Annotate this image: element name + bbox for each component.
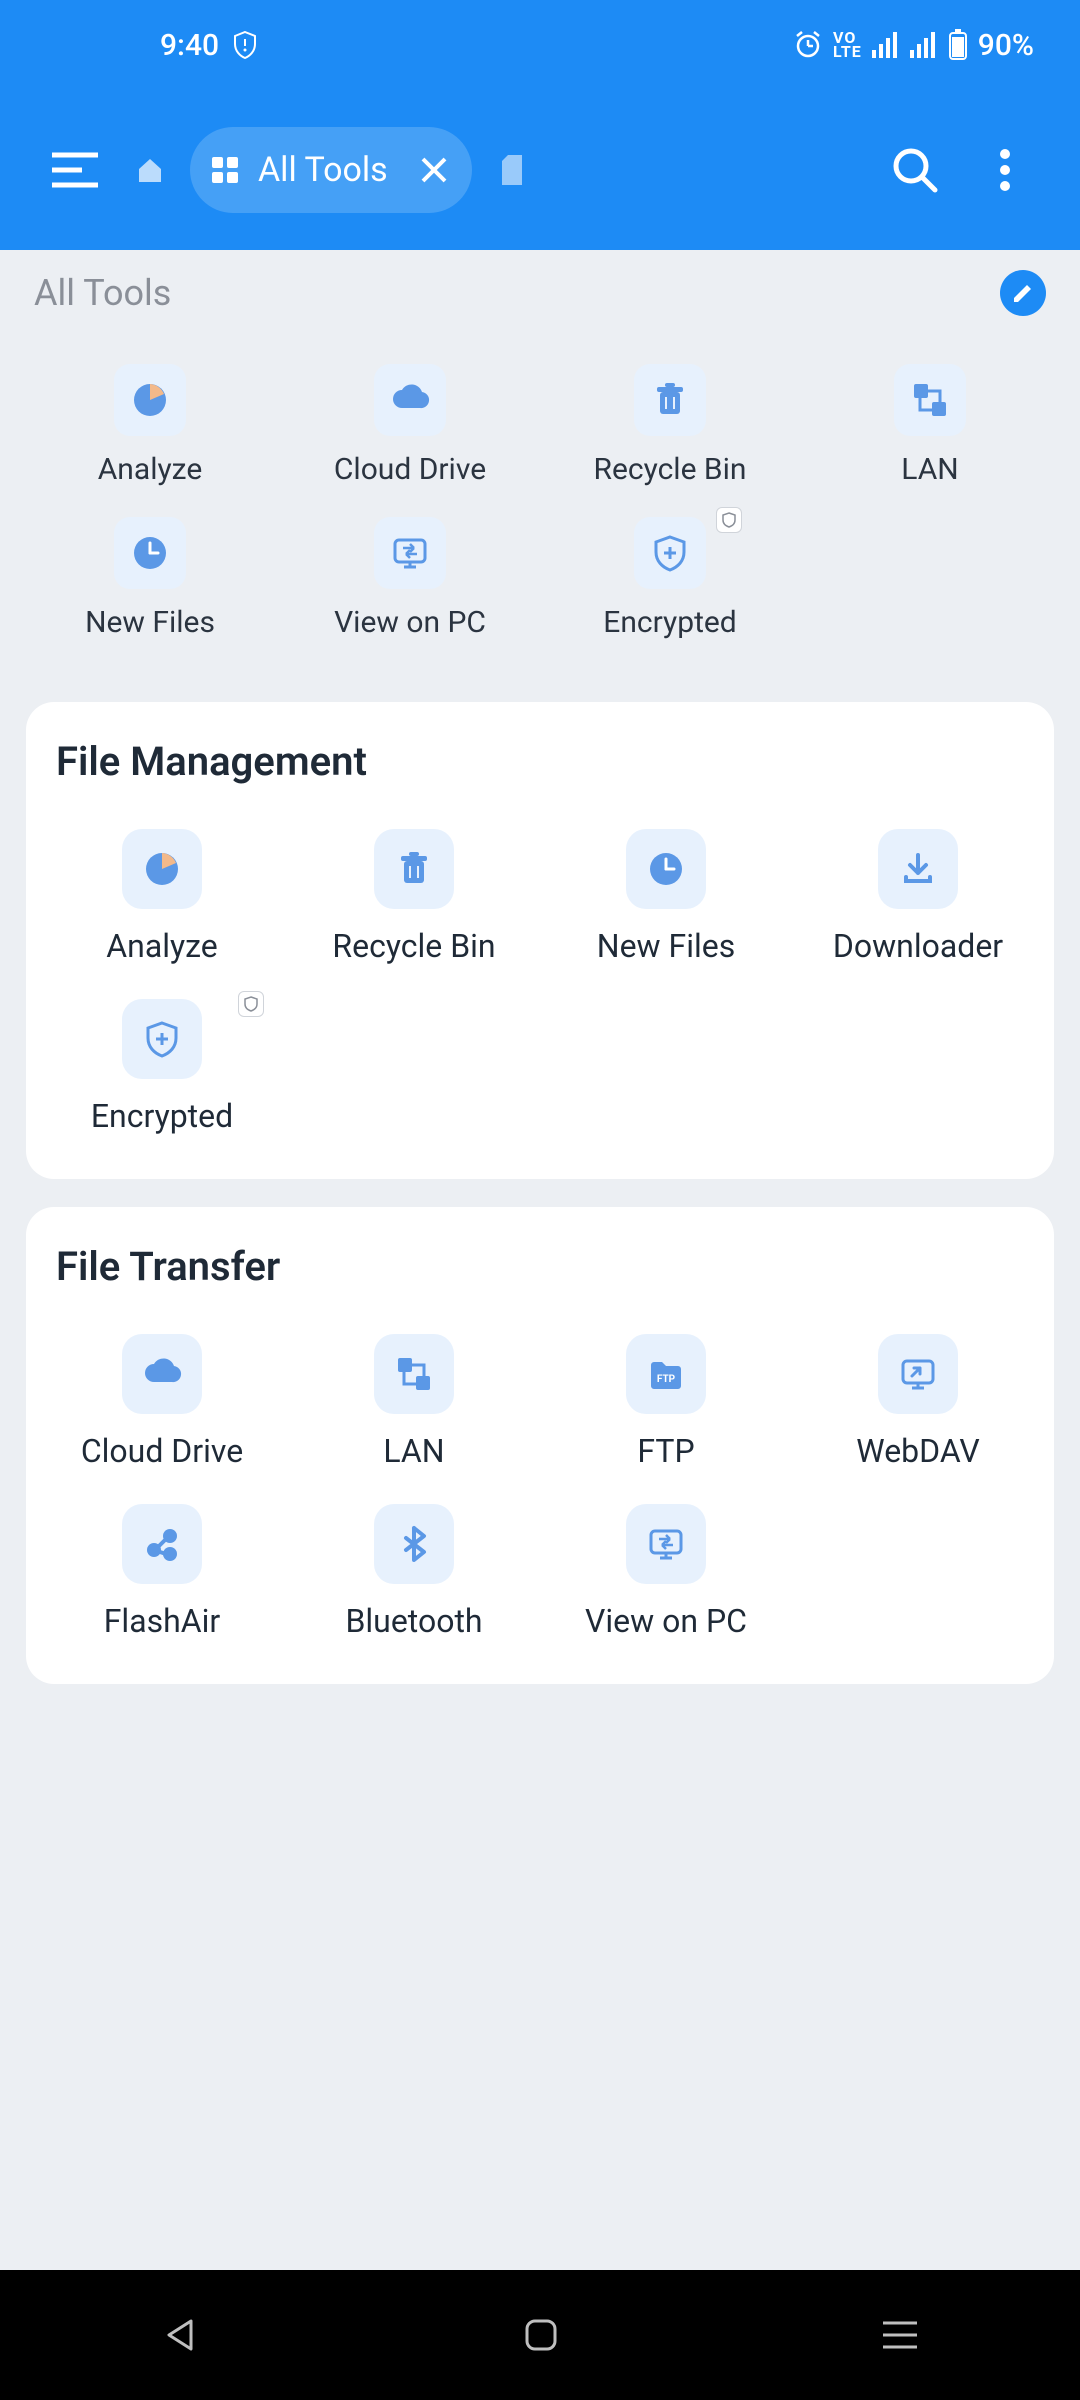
- tool-downloader[interactable]: Downloader: [792, 829, 1044, 965]
- flashair-icon: [122, 1504, 202, 1584]
- search-button[interactable]: [880, 135, 950, 205]
- storage-tab[interactable]: [492, 135, 532, 205]
- nav-recents-icon: [881, 2320, 919, 2350]
- tool-bluetooth[interactable]: Bluetooth: [288, 1504, 540, 1640]
- lan-icon: [374, 1334, 454, 1414]
- battery-percent: 90%: [978, 28, 1034, 63]
- tool-label: WebDAV: [856, 1432, 979, 1470]
- tool-label: Analyze: [98, 452, 203, 487]
- webdav-icon: [878, 1334, 958, 1414]
- section-title: File Transfer: [36, 1243, 1044, 1310]
- search-icon: [891, 146, 939, 194]
- volte-icon: VOLTE: [833, 31, 862, 59]
- nav-back-icon: [161, 2315, 201, 2355]
- tool-lan[interactable]: LAN: [288, 1334, 540, 1470]
- tool-webdav[interactable]: WebDAV: [792, 1334, 1044, 1470]
- monitor-transfer-icon: [374, 517, 446, 589]
- section-file-management: File Management Analyze Recycle Bin New Fil…: [26, 702, 1054, 1179]
- tool-analyze[interactable]: Analyze: [20, 364, 280, 487]
- bluetooth-icon: [374, 1504, 454, 1584]
- system-nav-bar: [0, 2270, 1080, 2400]
- sd-card-icon: [500, 155, 524, 185]
- section-file-transfer: File Transfer Cloud Drive LAN FTP WebDAV Flas…: [26, 1207, 1054, 1684]
- tool-view-on-pc[interactable]: View on PC: [280, 517, 540, 640]
- alarm-icon: [793, 30, 823, 60]
- tool-label: Recycle Bin: [332, 927, 495, 965]
- quick-section-title: All Tools: [34, 272, 171, 314]
- shield-plus-icon: [634, 517, 706, 589]
- ftp-folder-icon: [626, 1334, 706, 1414]
- tool-label: FTP: [637, 1432, 694, 1470]
- nav-back-button[interactable]: [161, 2315, 201, 2355]
- clock-icon: [626, 829, 706, 909]
- pie-chart-icon: [122, 829, 202, 909]
- grid-icon: [210, 155, 240, 185]
- tool-label: Encrypted: [91, 1097, 233, 1135]
- more-vert-icon: [999, 148, 1011, 192]
- shield-plus-icon: [122, 999, 202, 1079]
- tool-label: FlashAir: [104, 1602, 221, 1640]
- cloud-icon: [374, 364, 446, 436]
- nav-home-button[interactable]: [523, 2317, 559, 2353]
- battery-icon: [948, 29, 968, 61]
- nav-home-icon: [523, 2317, 559, 2353]
- tool-recycle-bin[interactable]: Recycle Bin: [540, 364, 800, 487]
- signal-1-icon: [872, 32, 900, 58]
- tab-label: All Tools: [258, 150, 388, 190]
- tool-new-files[interactable]: New Files: [20, 517, 280, 640]
- signal-2-icon: [910, 32, 938, 58]
- tool-label: Downloader: [833, 927, 1003, 965]
- tool-recycle-bin[interactable]: Recycle Bin: [288, 829, 540, 965]
- nav-recents-button[interactable]: [881, 2320, 919, 2350]
- app-bar: All Tools: [0, 90, 1080, 250]
- pencil-icon: [1011, 281, 1035, 305]
- tool-label: View on PC: [334, 605, 486, 640]
- active-tab-all-tools[interactable]: All Tools: [190, 127, 472, 213]
- pie-chart-icon: [114, 364, 186, 436]
- hamburger-icon: [52, 152, 98, 188]
- monitor-transfer-icon: [626, 1504, 706, 1584]
- tool-cloud-drive[interactable]: Cloud Drive: [36, 1334, 288, 1470]
- tool-label: Cloud Drive: [81, 1432, 243, 1470]
- tool-label: View on PC: [585, 1602, 747, 1640]
- section-title: File Management: [36, 738, 1044, 805]
- tool-view-on-pc[interactable]: View on PC: [540, 1504, 792, 1640]
- trash-icon: [634, 364, 706, 436]
- home-tab[interactable]: [130, 135, 170, 205]
- tool-label: LAN: [901, 452, 958, 487]
- cloud-icon: [122, 1334, 202, 1414]
- privacy-indicator-icon: [233, 31, 257, 59]
- secure-badge-icon: [716, 507, 742, 533]
- status-bar: 9:40 VOLTE 90%: [0, 0, 1080, 90]
- tool-lan[interactable]: LAN: [800, 364, 1060, 487]
- lan-icon: [894, 364, 966, 436]
- status-time: 9:40: [160, 28, 219, 63]
- tool-encrypted[interactable]: Encrypted: [36, 999, 288, 1135]
- tool-ftp[interactable]: FTP: [540, 1334, 792, 1470]
- clock-icon: [114, 517, 186, 589]
- tool-encrypted[interactable]: Encrypted: [540, 517, 800, 640]
- tool-label: New Files: [85, 605, 215, 640]
- menu-button[interactable]: [40, 135, 110, 205]
- close-icon[interactable]: [420, 156, 448, 184]
- tool-label: Recycle Bin: [593, 452, 746, 487]
- home-icon: [135, 155, 165, 185]
- tool-label: Cloud Drive: [334, 452, 486, 487]
- tool-label: LAN: [383, 1432, 444, 1470]
- tool-label: Encrypted: [603, 605, 736, 640]
- tool-flashair[interactable]: FlashAir: [36, 1504, 288, 1640]
- tool-label: Analyze: [106, 927, 217, 965]
- more-button[interactable]: [970, 135, 1040, 205]
- tool-label: New Files: [597, 927, 736, 965]
- tool-label: Bluetooth: [345, 1602, 482, 1640]
- secure-badge-icon: [238, 991, 264, 1017]
- tool-analyze[interactable]: Analyze: [36, 829, 288, 965]
- tool-new-files[interactable]: New Files: [540, 829, 792, 965]
- edit-tools-button[interactable]: [1000, 270, 1046, 316]
- trash-icon: [374, 829, 454, 909]
- tool-cloud-drive[interactable]: Cloud Drive: [280, 364, 540, 487]
- download-icon: [878, 829, 958, 909]
